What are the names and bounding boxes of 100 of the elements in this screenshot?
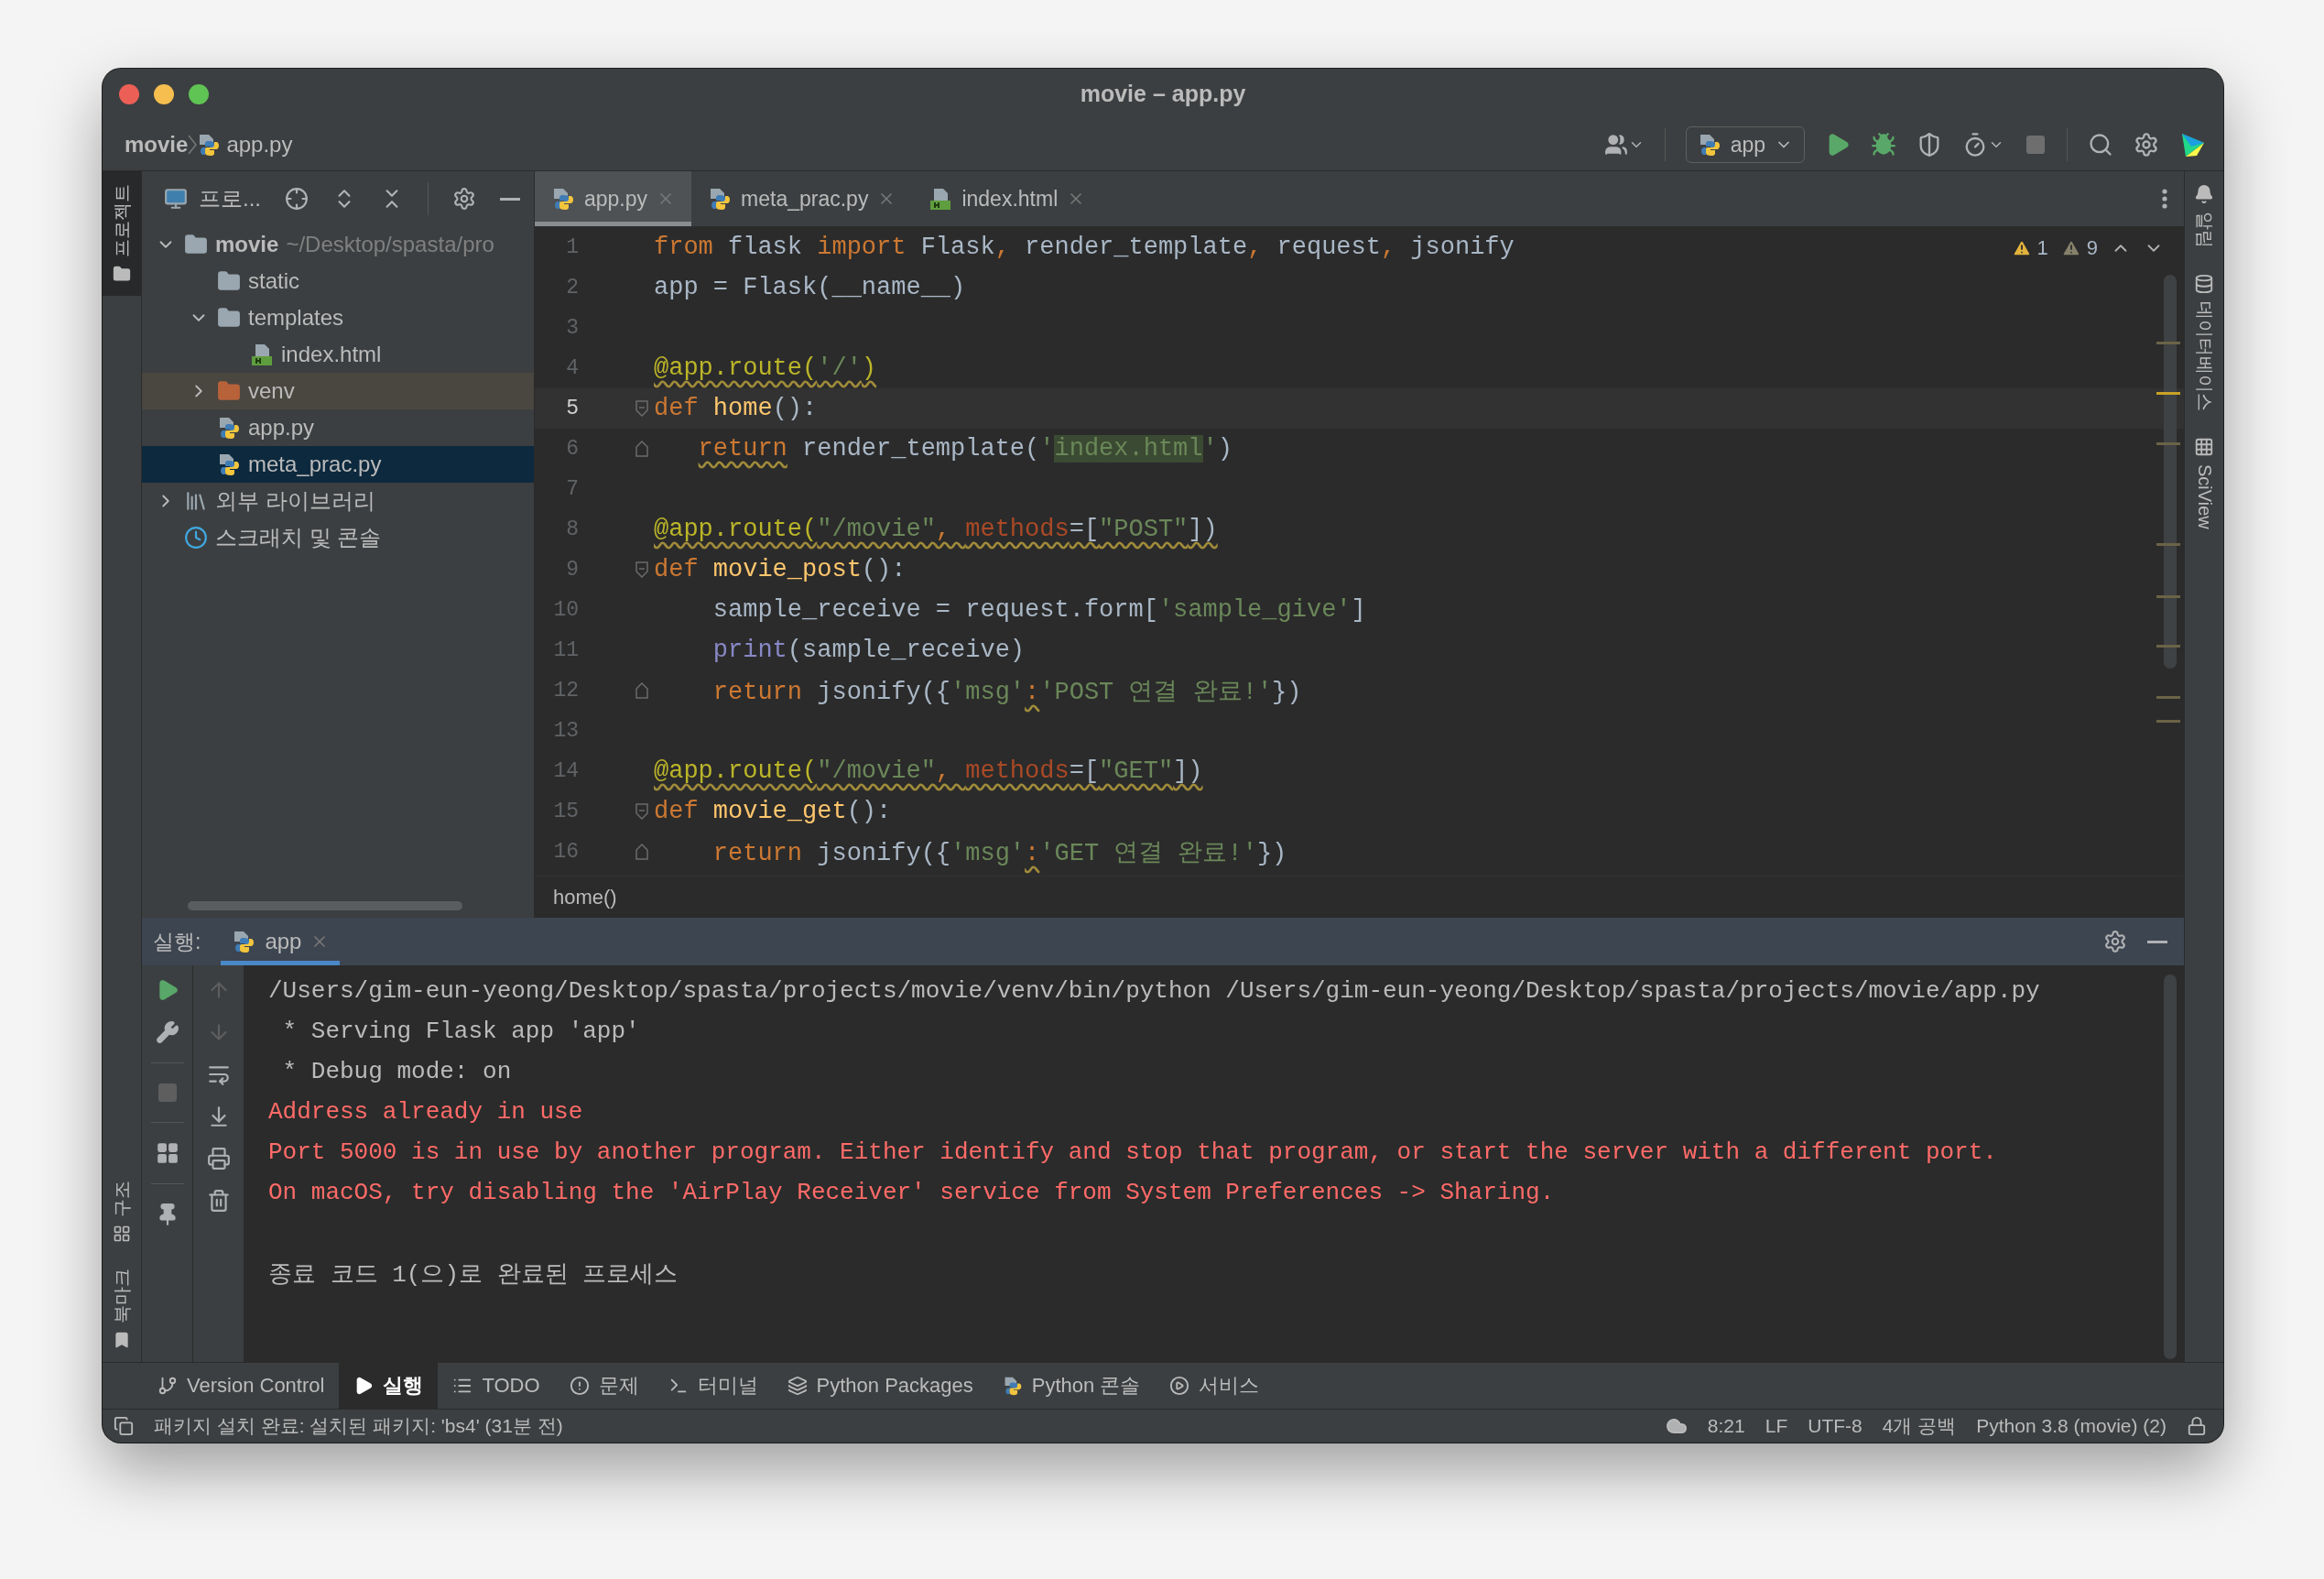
- line-number: 1: [565, 235, 579, 259]
- layout-icon: [155, 1141, 179, 1165]
- tool-stripe-tab[interactable]: 북마크: [103, 1256, 141, 1362]
- close-button[interactable]: [119, 83, 139, 104]
- status-item[interactable]: Python 3.8 (movie) (2): [1976, 1415, 2167, 1437]
- search-button[interactable]: [2088, 132, 2113, 158]
- line-number: 16: [552, 840, 579, 864]
- status-item[interactable]: 4개 공백: [1882, 1413, 1957, 1439]
- run-config-dropdown[interactable]: app: [1685, 126, 1805, 163]
- settings-button[interactable]: [2134, 132, 2159, 158]
- tree-item-label: 외부 라이브러리: [215, 487, 375, 515]
- folder-icon: [184, 233, 208, 256]
- fold-icon[interactable]: [635, 803, 648, 820]
- tree-item[interactable]: templates: [142, 299, 534, 336]
- editor-tab[interactable]: app.py: [535, 171, 692, 226]
- bookmark-icon: [113, 1331, 131, 1349]
- settings-icon: [452, 187, 476, 211]
- wrench-button[interactable]: [155, 1020, 179, 1044]
- tool-window-button[interactable]: Python Packages: [772, 1363, 988, 1409]
- output-line: 종료 코드 1(으)로 완료된 프로세스: [268, 1259, 679, 1290]
- line-number: 15: [552, 800, 579, 823]
- tool-stripe-tab[interactable]: 구조: [103, 1168, 141, 1256]
- scrollbar[interactable]: [2164, 975, 2177, 1359]
- chevron-icon: [188, 135, 198, 155]
- status-item[interactable]: 8:21: [1707, 1415, 1745, 1437]
- tool-window-button[interactable]: 실행: [339, 1363, 439, 1409]
- folder-icon: [217, 379, 241, 403]
- tree-item[interactable]: movie ~/Desktop/spasta/pro: [142, 226, 534, 263]
- warning-count[interactable]: 1: [2011, 236, 2048, 260]
- line-number: 13: [552, 719, 579, 743]
- tree-item[interactable]: index.html: [142, 336, 534, 373]
- breadcrumb-item[interactable]: movie: [125, 132, 189, 158]
- editor-tab[interactable]: index.html: [912, 171, 1102, 226]
- output-line: * Debug mode: on: [281, 1057, 513, 1087]
- breadcrumb-item[interactable]: app.py: [197, 132, 293, 158]
- tool-window-button[interactable]: 문제: [554, 1363, 654, 1409]
- lock-icon[interactable]: [2187, 1416, 2207, 1436]
- print-button[interactable]: [206, 1147, 231, 1171]
- status-item[interactable]: LF: [1765, 1415, 1788, 1437]
- html-file-icon: [929, 187, 953, 211]
- tool-window-button[interactable]: TODO: [438, 1363, 555, 1409]
- warning-icon: [2060, 238, 2081, 258]
- folder-icon: [217, 269, 241, 293]
- scrollbar[interactable]: [188, 901, 462, 910]
- code-text: return jsonify({'msg':'POST 연결 완료!'}): [711, 678, 1302, 707]
- tree-item[interactable]: venv: [142, 373, 534, 409]
- hide-button[interactable]: [500, 197, 520, 201]
- fold-icon[interactable]: [635, 682, 648, 699]
- stop-icon: [156, 1082, 179, 1104]
- tool-window-button[interactable]: 터미널: [653, 1363, 773, 1409]
- output-line: * Serving Flask app 'app': [281, 1017, 641, 1047]
- code-text: sample_receive = request.form['sample_give']: [711, 596, 1366, 624]
- tree-item[interactable]: 외부 라이브러리: [142, 483, 534, 519]
- code-text: from flask import Flask, render_template, request, jsonify: [654, 234, 1515, 261]
- line-number: 4: [565, 356, 579, 380]
- tree-item-label: venv: [248, 378, 295, 404]
- tool-stripe-tab[interactable]: 알림: [2185, 171, 2223, 261]
- locate-button[interactable]: [285, 187, 309, 211]
- editor-tab[interactable]: meta_prac.py: [691, 171, 913, 226]
- tool-window-button[interactable]: Version Control: [143, 1363, 340, 1409]
- weak-warning-count[interactable]: 9: [2060, 236, 2098, 260]
- settings-button[interactable]: [452, 187, 476, 211]
- project-view-dropdown[interactable]: 프로...: [164, 184, 261, 213]
- tree-item[interactable]: app.py: [142, 409, 534, 446]
- tree-item-label: app.py: [248, 415, 315, 441]
- tool-stripe-tab[interactable]: 데이터베이스: [2185, 261, 2223, 424]
- status-item[interactable]: UTF-8: [1808, 1415, 1862, 1437]
- tool-stripe-tab[interactable]: SciView: [2185, 424, 2223, 542]
- line-number: 2: [565, 276, 579, 299]
- monitor-icon: [164, 187, 188, 211]
- code-text: return render_template('index.html'): [697, 435, 1233, 463]
- fold-icon[interactable]: [635, 400, 648, 417]
- run-tab[interactable]: app: [221, 918, 341, 965]
- minus-icon: [2147, 940, 2167, 943]
- folder-icon: [217, 306, 241, 330]
- line-number: 3: [565, 316, 579, 340]
- tree-item[interactable]: static: [142, 263, 534, 299]
- fold-icon[interactable]: [635, 844, 648, 860]
- project-tool-tab[interactable]: 프로젝트: [103, 171, 141, 296]
- tree-item[interactable]: 스크래치 및 콘솔: [142, 519, 534, 556]
- debug-button[interactable]: [1871, 132, 1896, 158]
- minus-icon: [500, 197, 520, 201]
- fold-icon[interactable]: [635, 561, 648, 578]
- layout-button[interactable]: [155, 1141, 179, 1165]
- breadcrumb-item[interactable]: home(): [553, 885, 617, 909]
- panel-toggle-icon[interactable]: [114, 1416, 134, 1436]
- tool-window-button[interactable]: Python 콘솔: [987, 1363, 1156, 1409]
- run-label: 실행:: [153, 928, 201, 955]
- scrollbar[interactable]: [2164, 275, 2177, 669]
- tree-item-label: templates: [248, 305, 344, 331]
- zoom-button[interactable]: [189, 83, 209, 104]
- minimize-button[interactable]: [154, 83, 174, 104]
- tree-item-label: 스크래치 및 콘솔: [215, 524, 382, 551]
- trash-button[interactable]: [206, 1189, 231, 1213]
- library-icon: [184, 489, 208, 513]
- fold-icon[interactable]: [635, 441, 648, 457]
- tree-item[interactable]: meta_prac.py: [142, 446, 534, 483]
- tool-window-button[interactable]: 서비스: [1155, 1363, 1275, 1409]
- logo-icon[interactable]: [2179, 131, 2207, 158]
- tree-item-label: meta_prac.py: [248, 452, 382, 477]
